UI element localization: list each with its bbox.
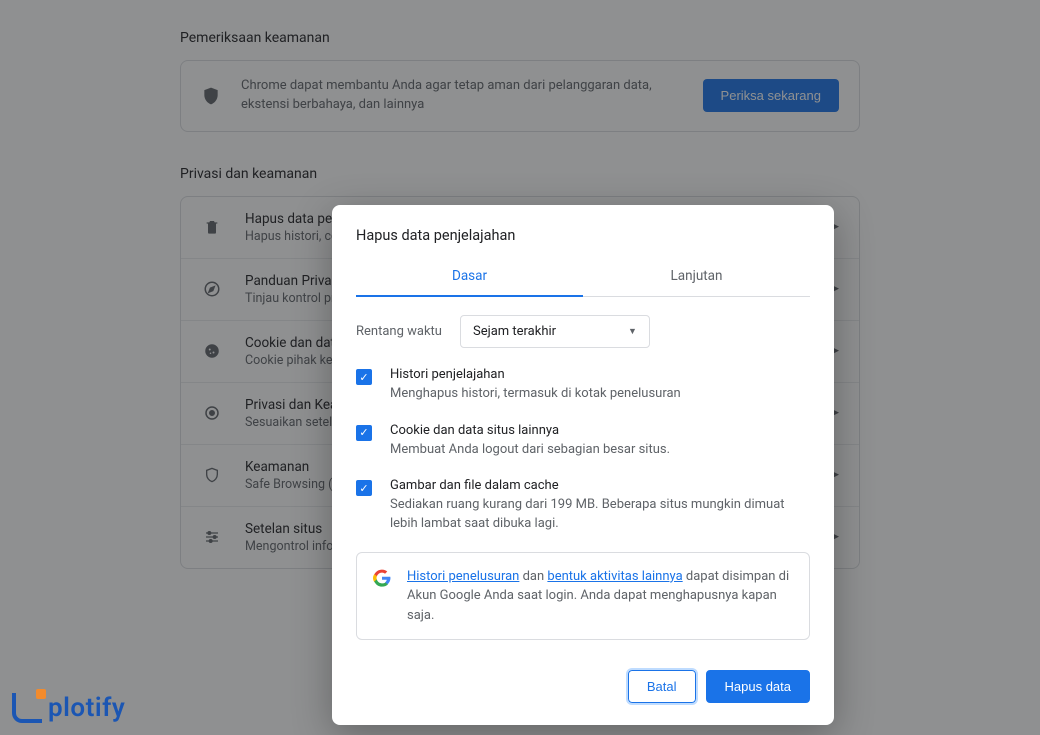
search-history-link[interactable]: Histori penelusuran — [407, 569, 519, 584]
google-icon — [373, 569, 391, 587]
checkbox-cache[interactable]: ✓ — [356, 480, 372, 496]
time-range-select[interactable]: Sejam terakhir ▼ — [460, 315, 650, 348]
other-activity-link[interactable]: bentuk aktivitas lainnya — [547, 569, 682, 584]
clear-data-button[interactable]: Hapus data — [706, 670, 811, 703]
time-range-label: Rentang waktu — [356, 324, 442, 339]
google-info-text: Histori penelusuran dan bentuk aktivitas… — [407, 567, 793, 626]
clear-browsing-data-dialog: Hapus data penjelajahan Dasar Lanjutan R… — [332, 205, 834, 725]
cancel-button[interactable]: Batal — [628, 670, 696, 703]
dialog-title: Hapus data penjelajahan — [332, 227, 834, 258]
check-title: Cookie dan data situs lainnya — [390, 422, 670, 441]
check-sub: Sediakan ruang kurang dari 199 MB. Beber… — [390, 496, 810, 534]
checkbox-cookies[interactable]: ✓ — [356, 425, 372, 441]
check-sub: Menghapus histori, termasuk di kotak pen… — [390, 385, 681, 404]
check-sub: Membuat Anda logout dari sebagian besar … — [390, 441, 670, 460]
tab-advanced[interactable]: Lanjutan — [583, 258, 810, 296]
tab-basic[interactable]: Dasar — [356, 258, 583, 296]
uplotify-logo-icon — [12, 693, 42, 723]
time-range-value: Sejam terakhir — [473, 324, 556, 339]
check-title: Gambar dan file dalam cache — [390, 477, 810, 496]
caret-down-icon: ▼ — [628, 326, 637, 337]
check-title: Histori penjelajahan — [390, 366, 681, 385]
google-info-box: Histori penelusuran dan bentuk aktivitas… — [356, 552, 810, 641]
uplotify-watermark: plotify — [12, 693, 125, 723]
checkbox-history[interactable]: ✓ — [356, 369, 372, 385]
